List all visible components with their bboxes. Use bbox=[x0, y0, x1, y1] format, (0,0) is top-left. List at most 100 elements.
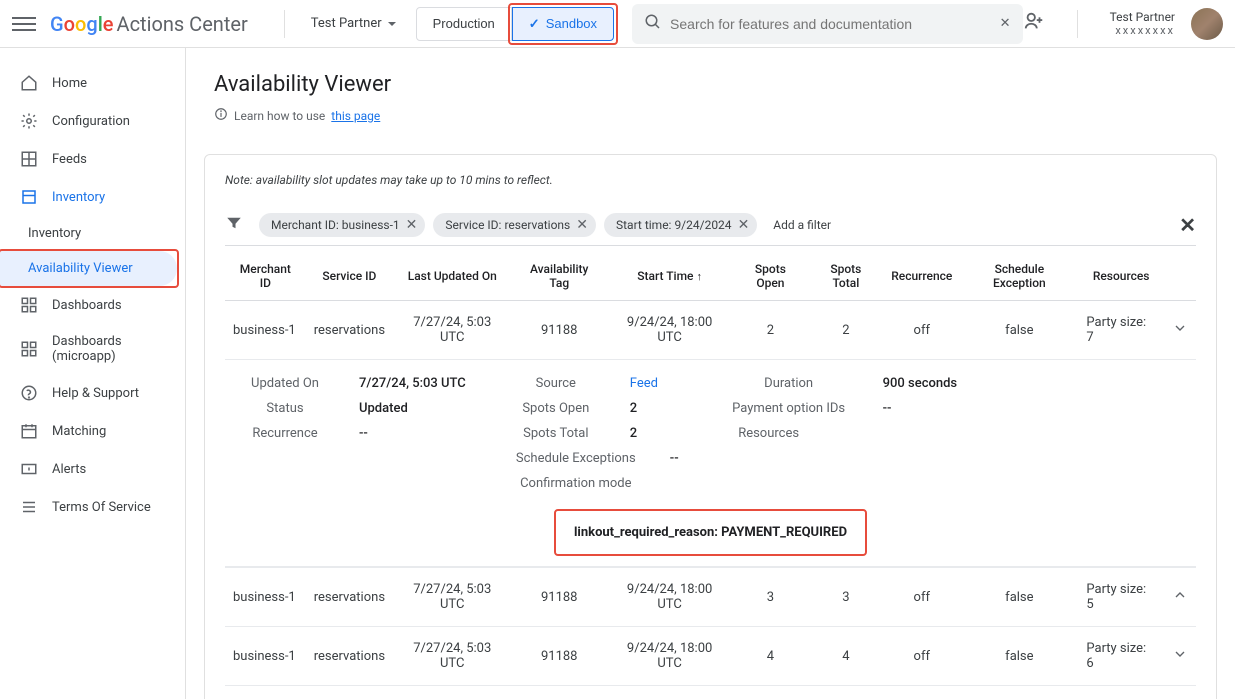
cell-tag: 91188 bbox=[511, 301, 607, 360]
sidebar-item-home[interactable]: Home bbox=[0, 64, 177, 102]
sidebar-item-label: Terms Of Service bbox=[52, 500, 151, 515]
add-filter-button[interactable]: Add a filter bbox=[765, 214, 839, 236]
detail-value: 2 bbox=[630, 426, 637, 441]
detail-value-link[interactable]: Feed bbox=[630, 376, 658, 391]
search-bar[interactable]: ✕ bbox=[632, 4, 1023, 44]
col-updated[interactable]: Last Updated On bbox=[393, 252, 511, 301]
sidebar-item-inventory[interactable]: Inventory bbox=[0, 178, 177, 216]
cell-exception: false bbox=[960, 301, 1078, 360]
cell-updated: 7/27/24, 5:03 UTC bbox=[393, 627, 511, 686]
chip-label: Service ID: reservations bbox=[445, 218, 570, 232]
close-icon[interactable]: ✕ bbox=[576, 217, 588, 233]
partner-dropdown[interactable]: Test Partner bbox=[301, 10, 406, 37]
search-icon bbox=[644, 13, 662, 35]
sandbox-button[interactable]: ✓ Sandbox bbox=[512, 7, 614, 41]
filter-chip-merchant[interactable]: Merchant ID: business-1 ✕ bbox=[259, 213, 425, 237]
linkout-reason-text: linkout_required_reason: PAYMENT_REQUIRE… bbox=[574, 525, 847, 540]
caret-down-icon bbox=[388, 22, 396, 26]
person-add-icon[interactable] bbox=[1023, 10, 1045, 37]
sidebar-item-label: Availability Viewer bbox=[28, 261, 133, 276]
detail-value: -- bbox=[883, 401, 892, 416]
detail-label: Spots Total bbox=[506, 426, 606, 441]
close-filters-icon[interactable]: ✕ bbox=[1179, 213, 1196, 237]
sidebar-item-availability-viewer[interactable]: Availability Viewer bbox=[0, 251, 177, 286]
detail-label: Resources bbox=[719, 426, 819, 441]
col-recurrence[interactable]: Recurrence bbox=[883, 252, 960, 301]
cell-total: 4 bbox=[808, 627, 883, 686]
cell-recurrence: off bbox=[883, 301, 960, 360]
home-icon bbox=[20, 74, 38, 92]
col-tag[interactable]: Availability Tag bbox=[511, 252, 607, 301]
detail-label: Source bbox=[506, 376, 606, 391]
filter-icon[interactable] bbox=[225, 214, 243, 236]
col-service[interactable]: Service ID bbox=[306, 252, 393, 301]
sidebar-item-configuration[interactable]: Configuration bbox=[0, 102, 177, 140]
col-resources[interactable]: Resources bbox=[1078, 252, 1164, 301]
cell-total: 3 bbox=[808, 568, 883, 627]
filter-chip-service[interactable]: Service ID: reservations ✕ bbox=[433, 213, 596, 237]
expand-toggle[interactable] bbox=[1164, 301, 1196, 360]
col-total[interactable]: Spots Total bbox=[808, 252, 883, 301]
alert-icon bbox=[20, 460, 38, 478]
expand-toggle[interactable] bbox=[1164, 627, 1196, 686]
sort-up-icon: ↑ bbox=[696, 270, 702, 283]
sidebar-item-inventory-sub[interactable]: Inventory bbox=[0, 216, 177, 251]
clear-icon[interactable]: ✕ bbox=[1000, 16, 1011, 31]
table-row[interactable]: business-1 reservations 7/27/24, 5:03 UT… bbox=[225, 568, 1196, 627]
info-icon bbox=[214, 107, 228, 124]
detail-value: 7/27/24, 5:03 UTC bbox=[359, 376, 466, 391]
sidebar-item-label: Dashboards bbox=[52, 298, 122, 313]
calendar-icon bbox=[20, 422, 38, 440]
avatar[interactable] bbox=[1191, 8, 1223, 40]
cell-service: reservations bbox=[306, 301, 393, 360]
col-open[interactable]: Spots Open bbox=[732, 252, 808, 301]
cell-updated: 7/27/24, 5:03 UTC bbox=[393, 568, 511, 627]
detail-value: 900 seconds bbox=[883, 376, 957, 391]
filter-chip-start[interactable]: Start time: 9/24/2024 ✕ bbox=[604, 213, 757, 237]
sidebar-item-help[interactable]: Help & Support bbox=[0, 374, 177, 412]
detail-label: Recurrence bbox=[235, 426, 335, 441]
col-merchant[interactable]: Merchant ID bbox=[225, 252, 306, 301]
sidebar-item-dashboards[interactable]: Dashboards bbox=[0, 286, 177, 324]
col-start[interactable]: Start Time ↑ bbox=[607, 252, 732, 301]
logo: Google Actions Center bbox=[50, 12, 248, 36]
sidebar-item-dashboards-microapp[interactable]: Dashboards (microapp) bbox=[0, 324, 177, 374]
sidebar-item-alerts[interactable]: Alerts bbox=[0, 450, 177, 488]
sidebar-item-feeds[interactable]: Feeds bbox=[0, 140, 177, 178]
close-icon[interactable]: ✕ bbox=[406, 217, 418, 233]
expand-toggle[interactable] bbox=[1164, 568, 1196, 627]
cell-open: 4 bbox=[732, 627, 808, 686]
sidebar-item-label: Configuration bbox=[52, 114, 130, 129]
detail-value: 2 bbox=[630, 401, 637, 416]
close-icon[interactable]: ✕ bbox=[738, 217, 750, 233]
user-info: Test Partner xxxxxxxx bbox=[1110, 10, 1175, 37]
table-row[interactable]: business-1 reservations 7/27/24, 5:03 UT… bbox=[225, 301, 1196, 360]
table-row[interactable]: business-1 reservations 7/27/24, 5:03 UT… bbox=[225, 627, 1196, 686]
divider bbox=[284, 10, 285, 38]
cell-tag: 91188 bbox=[511, 568, 607, 627]
sidebar-item-label: Dashboards (microapp) bbox=[52, 334, 157, 364]
detail-label: Spots Open bbox=[506, 401, 606, 416]
note-text: Note: availability slot updates may take… bbox=[225, 173, 1196, 187]
grid-icon bbox=[20, 150, 38, 168]
inventory-icon bbox=[20, 188, 38, 206]
detail-value: Updated bbox=[359, 401, 408, 416]
row-details: Updated On7/27/24, 5:03 UTC StatusUpdate… bbox=[225, 360, 1196, 567]
cell-service: reservations bbox=[306, 627, 393, 686]
search-input[interactable] bbox=[662, 8, 1000, 40]
cell-open: 2 bbox=[732, 301, 808, 360]
sidebar-item-matching[interactable]: Matching bbox=[0, 412, 177, 450]
sidebar-item-tos[interactable]: Terms Of Service bbox=[0, 488, 177, 526]
availability-table: Merchant ID Service ID Last Updated On A… bbox=[225, 252, 1196, 686]
check-icon: ✓ bbox=[529, 16, 540, 32]
cell-total: 2 bbox=[808, 301, 883, 360]
cell-merchant: business-1 bbox=[225, 627, 306, 686]
cell-exception: false bbox=[960, 568, 1078, 627]
help-link[interactable]: this page bbox=[331, 109, 380, 123]
chip-label: Start time: 9/24/2024 bbox=[616, 218, 732, 232]
chip-label: Merchant ID: business-1 bbox=[271, 218, 400, 232]
col-exception[interactable]: Schedule Exception bbox=[960, 252, 1078, 301]
hamburger-menu-icon[interactable] bbox=[12, 12, 36, 36]
sidebar-item-label: Help & Support bbox=[52, 386, 139, 401]
production-button[interactable]: Production bbox=[416, 7, 512, 41]
